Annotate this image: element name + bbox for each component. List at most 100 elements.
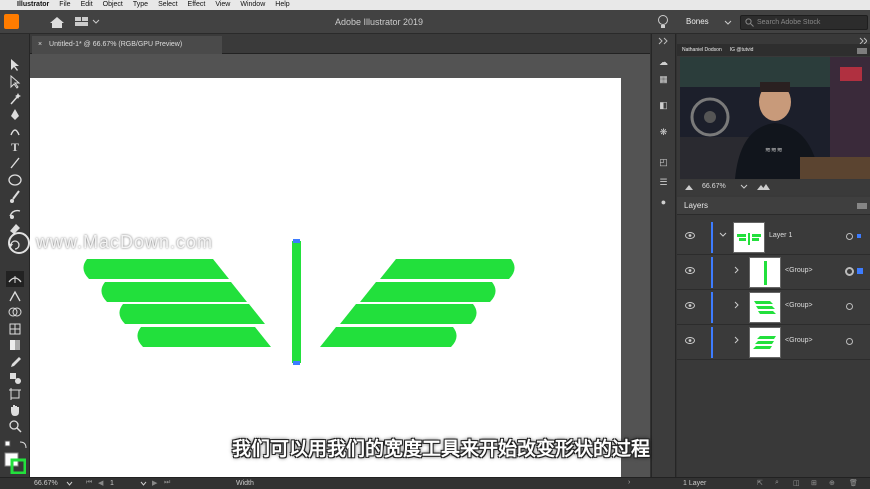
last-artboard-icon[interactable]: ⏭ xyxy=(164,479,170,487)
line-tool-icon[interactable] xyxy=(9,156,21,170)
trash-icon[interactable]: 🗑 xyxy=(849,479,858,487)
next-artboard-icon[interactable]: ▶ xyxy=(152,479,157,487)
width-tool-icon[interactable] xyxy=(6,271,24,287)
free-transform-icon[interactable] xyxy=(8,289,22,303)
selection-indicator[interactable] xyxy=(857,234,861,238)
wing-artwork[interactable] xyxy=(30,78,621,477)
layers-title[interactable]: Layers xyxy=(684,201,708,210)
close-tab-icon[interactable]: × xyxy=(38,41,42,48)
locate-icon[interactable]: ⌕ xyxy=(775,479,779,487)
ellipse-tool-icon[interactable] xyxy=(7,173,23,187)
prev-artboard-icon[interactable]: ◀ xyxy=(98,479,103,487)
artboard-tool-icon[interactable] xyxy=(8,387,22,401)
clip-mask-icon[interactable]: ◫ xyxy=(793,479,800,487)
artboard-number[interactable]: 1 xyxy=(110,480,114,487)
menu-help[interactable]: Help xyxy=(270,0,294,10)
layer-name[interactable]: <Group> xyxy=(785,337,813,344)
magic-wand-icon[interactable] xyxy=(9,92,21,106)
align-icon[interactable]: ☰ xyxy=(657,177,670,188)
left-wing-feather[interactable] xyxy=(101,282,247,302)
menu-view[interactable]: View xyxy=(210,0,235,10)
chevron-right-icon[interactable] xyxy=(733,301,741,309)
layer-row[interactable]: Layer 1 xyxy=(677,220,870,255)
menu-app-name[interactable]: Illustrator xyxy=(12,0,54,10)
eye-icon[interactable] xyxy=(685,267,695,274)
new-layer-icon[interactable]: ⊕ xyxy=(829,479,835,487)
shape-builder-icon[interactable] xyxy=(8,305,22,319)
menu-edit[interactable]: Edit xyxy=(76,0,98,10)
hamburger-icon[interactable] xyxy=(857,203,867,209)
selection-handle[interactable] xyxy=(293,361,300,365)
paintbrush-icon[interactable] xyxy=(9,190,21,204)
collapse-arrows-icon[interactable] xyxy=(657,37,671,45)
menu-object[interactable]: Object xyxy=(98,0,128,10)
blend-tool-icon[interactable] xyxy=(8,371,22,385)
eye-icon[interactable] xyxy=(685,232,695,239)
hamburger-icon[interactable] xyxy=(857,48,867,54)
left-wing-feather[interactable] xyxy=(83,259,229,279)
layer-name[interactable]: Layer 1 xyxy=(769,232,792,239)
navigator-zoom-value[interactable]: 66.67% xyxy=(702,183,726,190)
chevron-down-icon[interactable] xyxy=(740,184,748,190)
current-tool-name[interactable]: Width xyxy=(236,480,254,487)
chevron-down-icon[interactable] xyxy=(724,20,732,26)
menu-type[interactable]: Type xyxy=(128,0,153,10)
type-tool-icon[interactable]: T xyxy=(7,140,23,154)
chevron-down-icon[interactable] xyxy=(719,231,727,239)
left-wing-feather[interactable] xyxy=(137,327,271,347)
new-sublayer-icon[interactable]: ⊞ xyxy=(811,479,817,487)
chevron-down-icon[interactable] xyxy=(66,481,73,487)
mesh-tool-icon[interactable] xyxy=(8,322,22,336)
layer-name[interactable]: <Group> xyxy=(785,267,813,274)
curvature-tool-icon[interactable] xyxy=(9,124,21,138)
zoom-out-mountain-icon[interactable] xyxy=(685,183,695,191)
eyedropper-icon[interactable] xyxy=(8,355,22,369)
selection-indicator[interactable] xyxy=(857,268,863,274)
selection-tool-icon[interactable] xyxy=(9,58,21,72)
zoom-in-mountain-icon[interactable] xyxy=(757,183,771,191)
menu-effect[interactable]: Effect xyxy=(183,0,211,10)
right-wing-feather[interactable] xyxy=(380,259,515,279)
right-wing-feather[interactable] xyxy=(360,282,496,302)
swatches-icon[interactable]: ▦ xyxy=(657,74,670,85)
left-wing-feather[interactable] xyxy=(119,304,265,324)
swap-colors-icon[interactable] xyxy=(4,440,28,450)
selection-handle[interactable] xyxy=(293,239,300,243)
eye-icon[interactable] xyxy=(685,337,695,344)
workspace-name[interactable]: Bones xyxy=(686,17,709,26)
workspace-icon[interactable] xyxy=(75,16,101,28)
fill-stroke-swatch[interactable] xyxy=(4,452,26,474)
chevron-right-icon[interactable] xyxy=(733,336,741,344)
direct-selection-icon[interactable] xyxy=(9,75,21,89)
hand-tool-icon[interactable] xyxy=(8,403,22,417)
appearance-icon[interactable]: ◧ xyxy=(657,100,670,111)
chevron-down-icon[interactable] xyxy=(140,481,147,487)
layer-row[interactable]: <Group> xyxy=(677,325,870,360)
target-circle-icon[interactable] xyxy=(846,338,853,345)
libraries-icon[interactable]: ☁ xyxy=(657,57,670,68)
first-artboard-icon[interactable]: ⏮ xyxy=(86,479,92,487)
gradient-tool-icon[interactable] xyxy=(8,338,22,352)
right-wing-feather[interactable] xyxy=(340,304,477,324)
target-circle-icon[interactable] xyxy=(846,233,853,240)
right-wing-feather[interactable] xyxy=(320,327,457,347)
shaper-tool-icon[interactable] xyxy=(8,206,22,220)
status-zoom[interactable]: 66.67% xyxy=(34,480,58,487)
lightbulb-icon[interactable] xyxy=(657,14,669,29)
center-bar[interactable] xyxy=(292,241,301,363)
status-menu-arrow-icon[interactable]: › xyxy=(628,479,630,486)
menu-select[interactable]: Select xyxy=(153,0,182,10)
menu-file[interactable]: File xyxy=(54,0,75,10)
export-icon[interactable]: ⇱ xyxy=(757,479,763,487)
chevron-right-icon[interactable] xyxy=(733,266,741,274)
stock-search-input[interactable]: Search Adobe Stock xyxy=(740,15,868,30)
pen-tool-icon[interactable] xyxy=(9,108,21,122)
layer-name[interactable]: <Group> xyxy=(785,302,813,309)
home-icon[interactable] xyxy=(48,15,66,29)
layer-row[interactable]: <Group> xyxy=(677,255,870,290)
symbols-icon[interactable]: ❋ xyxy=(657,127,670,138)
pathfinder-icon[interactable]: ◰ xyxy=(657,157,670,168)
transparency-icon[interactable]: ● xyxy=(657,197,670,208)
layer-row[interactable]: <Group> xyxy=(677,290,870,325)
target-circle-icon[interactable] xyxy=(846,303,853,310)
